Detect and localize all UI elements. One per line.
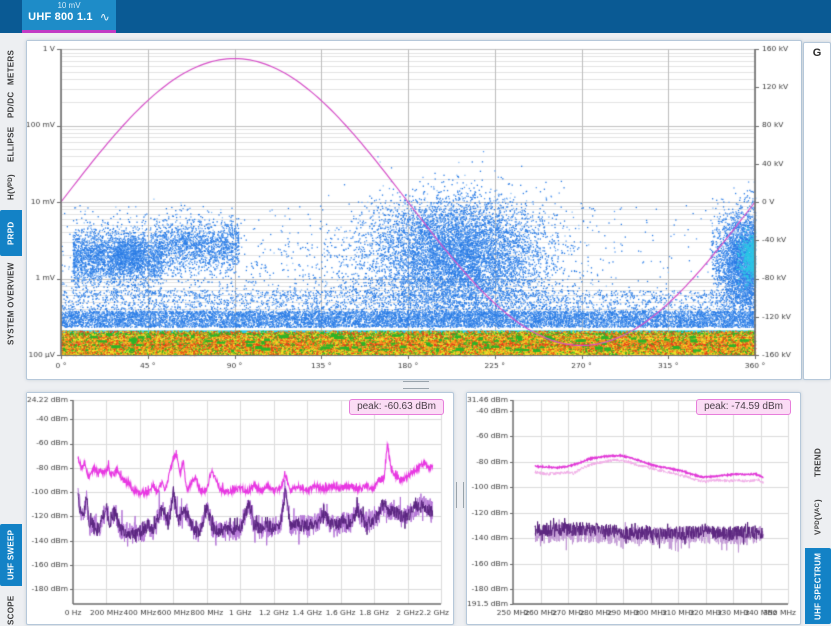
sine-wave-icon: ∿ (100, 12, 110, 22)
uhf-spectrum-chart-canvas[interactable] (467, 393, 798, 622)
uhf-sweep-chart-canvas[interactable] (27, 393, 451, 622)
prpd-chart-canvas[interactable] (27, 41, 799, 377)
tab-hvpd[interactable]: H(VPD) (0, 166, 22, 208)
horizontal-splitter-handle[interactable] (403, 381, 429, 389)
left-tab-strip-bottom: UHF SWEEP SCOPE (0, 524, 22, 626)
spectrum-peak-badge: peak: -74.59 dBm (696, 399, 791, 415)
tab-uhf-spectrum[interactable]: UHF SPECTRUM (805, 548, 831, 624)
vertical-splitter-handle[interactable] (456, 482, 464, 508)
prpd-panel (26, 40, 802, 380)
tab-scope[interactable]: SCOPE (0, 588, 22, 626)
device-range-label: 10 mV (22, 1, 116, 10)
tab-vpd-vac[interactable]: VPD(VAC) (805, 488, 831, 546)
gain-panel-label: G (804, 47, 830, 59)
tab-ellipse[interactable]: ELLIPSE (0, 124, 22, 164)
header-bar: 10 mV UHF 800 1.1 ∿ (0, 0, 831, 33)
right-tab-strip-bottom: TREND VPD(VAC) UHF SPECTRUM (805, 438, 831, 624)
uhf-sweep-panel: peak: -60.63 dBm (26, 392, 454, 625)
tab-pd-dc[interactable]: PD/DC (0, 88, 22, 122)
tab-prpd[interactable]: PRPD (0, 210, 22, 256)
left-tab-strip-top: METERS PD/DC ELLIPSE H(VPD) PRPD SYSTEM … (0, 48, 22, 350)
pd-measurement-app: 10 mV UHF 800 1.1 ∿ METERS PD/DC ELLIPSE… (0, 0, 831, 626)
sweep-peak-badge: peak: -60.63 dBm (349, 399, 444, 415)
gain-panel: G (803, 42, 831, 380)
uhf-spectrum-panel: peak: -74.59 dBm (466, 392, 801, 625)
tab-uhf-sweep[interactable]: UHF SWEEP (0, 524, 22, 586)
device-tab-title: UHF 800 1.1 (28, 11, 93, 23)
tab-system-overview[interactable]: SYSTEM OVERVIEW (0, 258, 22, 350)
tab-meters[interactable]: METERS (0, 48, 22, 86)
device-tab-uhf800[interactable]: 10 mV UHF 800 1.1 ∿ (22, 0, 116, 33)
tab-trend[interactable]: TREND (805, 438, 831, 486)
